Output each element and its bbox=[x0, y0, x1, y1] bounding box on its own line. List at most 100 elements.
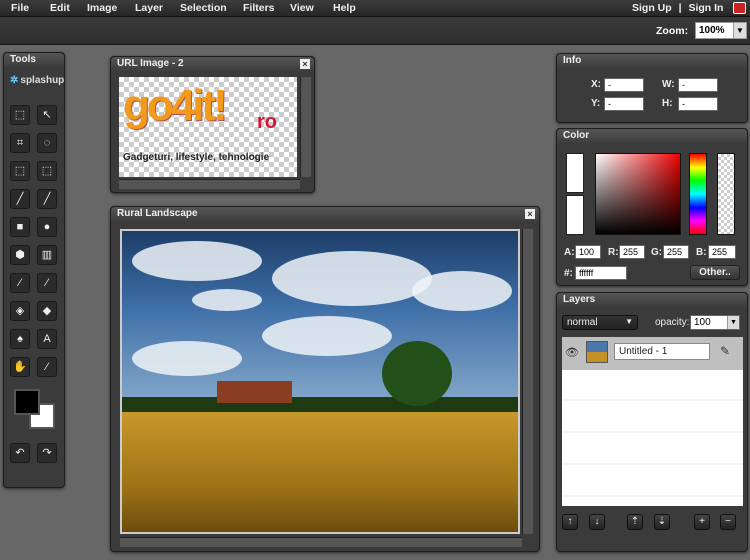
menu-layer[interactable]: Layer bbox=[135, 2, 163, 14]
brush-tool[interactable]: ⁄ bbox=[10, 273, 30, 293]
alpha-field[interactable]: 100 bbox=[575, 245, 601, 259]
layers-title: Layers bbox=[557, 293, 747, 307]
chevron-down-icon: ▼ bbox=[727, 316, 739, 329]
url-image-canvas[interactable]: go4it! ro Gadgeturi, lifestyle, tehnolog… bbox=[119, 77, 297, 177]
tools-panel: Tools ✲ splashup ⬚ ↖ ⌗ ◌ ⬚ ⬚ ╱ ╱ ■ ● ⬢ ▥ … bbox=[3, 52, 65, 488]
menu-bar: File Edit Image Layer Selection Filters … bbox=[0, 0, 750, 17]
polygon-tool[interactable]: ⬢ bbox=[10, 245, 30, 265]
line-tool[interactable]: ╱ bbox=[37, 189, 57, 209]
x-field[interactable]: - bbox=[604, 78, 644, 92]
other-colors-button[interactable]: Other.. bbox=[690, 265, 740, 280]
menu-file[interactable]: File bbox=[11, 2, 29, 14]
zoom-label: Zoom: bbox=[656, 25, 689, 37]
move-tool[interactable]: ↖ bbox=[37, 105, 57, 125]
color-panel: Color A: 100 R: 255 G: 255 B: 255 #: fff… bbox=[556, 128, 748, 286]
top-toolbar: Zoom: 100% ▼ bbox=[0, 17, 750, 45]
opacity-label: opacity: bbox=[655, 317, 690, 328]
tools-title: Tools bbox=[4, 53, 64, 67]
url-image-title: URL Image - 2 bbox=[111, 57, 314, 71]
opacity-select[interactable]: 100 ▼ bbox=[690, 315, 740, 330]
hand-tool[interactable]: ✋ bbox=[10, 357, 30, 377]
w-field[interactable]: - bbox=[678, 78, 718, 92]
photo-cloud bbox=[192, 289, 262, 311]
url-image-window: URL Image - 2 × go4it! ro Gadgeturi, lif… bbox=[110, 56, 315, 193]
layer-to-bottom-icon[interactable]: ⇣ bbox=[654, 514, 670, 530]
zoom-value: 100% bbox=[699, 25, 725, 36]
photo-cloud bbox=[412, 271, 512, 311]
ellipse-marquee-tool[interactable]: ⬚ bbox=[10, 161, 30, 181]
layer-thumbnail bbox=[586, 341, 608, 363]
landscape-canvas[interactable] bbox=[120, 229, 520, 534]
y-field[interactable]: - bbox=[604, 97, 644, 111]
photo-cloud bbox=[132, 241, 262, 281]
horizontal-scrollbar[interactable] bbox=[120, 537, 522, 547]
lasso-tool[interactable]: ◌ bbox=[37, 133, 57, 153]
hex-label: #: bbox=[564, 268, 573, 279]
sign-up-link[interactable]: Sign Up bbox=[632, 2, 672, 14]
hue-slider[interactable] bbox=[689, 153, 707, 235]
rectangle-tool[interactable]: ■ bbox=[10, 217, 30, 237]
alpha-slider[interactable] bbox=[717, 153, 735, 235]
ellipse-tool[interactable]: ● bbox=[37, 217, 57, 237]
rect-marquee-tool[interactable]: ⬚ bbox=[10, 105, 30, 125]
h-label: H: bbox=[662, 98, 673, 109]
close-icon[interactable]: × bbox=[300, 59, 310, 69]
photo-cloud bbox=[262, 316, 392, 356]
red-field[interactable]: 255 bbox=[619, 245, 645, 259]
gradient-tool[interactable]: ▥ bbox=[37, 245, 57, 265]
undo-icon[interactable]: ↶ bbox=[10, 443, 30, 463]
info-title: Info bbox=[557, 54, 747, 68]
info-panel: Info X: - W: - Y: - H: - bbox=[556, 53, 748, 123]
chevron-down-icon: ▼ bbox=[733, 23, 746, 38]
splash-icon: ✲ bbox=[10, 75, 19, 86]
add-layer-icon[interactable]: + bbox=[694, 514, 710, 530]
eraser-tool[interactable]: ◆ bbox=[37, 301, 57, 321]
menu-image[interactable]: Image bbox=[87, 2, 117, 14]
vertical-scrollbar[interactable] bbox=[300, 77, 311, 177]
rural-landscape-window: Rural Landscape × bbox=[110, 206, 540, 552]
layer-name-field[interactable]: Untitled - 1 bbox=[614, 343, 710, 360]
menu-selection[interactable]: Selection bbox=[180, 2, 227, 14]
blend-mode-select[interactable]: normal ▼ bbox=[562, 315, 638, 330]
menu-view[interactable]: View bbox=[290, 2, 314, 14]
g-label: G: bbox=[651, 247, 663, 258]
close-icon[interactable]: × bbox=[525, 209, 535, 219]
sign-in-link[interactable]: Sign In bbox=[688, 2, 723, 14]
brush-icon[interactable]: ✎ bbox=[720, 344, 730, 358]
color-picker-field[interactable] bbox=[595, 153, 681, 235]
move-layer-up-icon[interactable]: ↑ bbox=[562, 514, 578, 530]
foreground-color-swatch[interactable] bbox=[14, 389, 40, 415]
layer-list: 👁 Untitled - 1 ✎ bbox=[562, 337, 743, 506]
clone-tool[interactable]: ♠ bbox=[10, 329, 30, 349]
crop-tool[interactable]: ⌗ bbox=[10, 133, 30, 153]
layer-to-top-icon[interactable]: ⇡ bbox=[627, 514, 643, 530]
menu-filters[interactable]: Filters bbox=[243, 2, 275, 14]
eye-icon[interactable]: 👁 bbox=[565, 346, 579, 359]
menu-help[interactable]: Help bbox=[333, 2, 356, 14]
fill-tool[interactable]: ◈ bbox=[10, 301, 30, 321]
close-window-button[interactable] bbox=[733, 2, 746, 14]
menu-edit[interactable]: Edit bbox=[50, 2, 70, 14]
primary-color-swatch[interactable] bbox=[566, 153, 584, 193]
delete-layer-icon[interactable]: − bbox=[720, 514, 736, 530]
hex-field[interactable]: ffffff bbox=[575, 266, 627, 280]
eyedropper-tool[interactable]: ⁄ bbox=[37, 273, 57, 293]
vertical-scrollbar[interactable] bbox=[522, 229, 533, 534]
dropper-tool[interactable]: ⁄ bbox=[37, 357, 57, 377]
redo-icon[interactable]: ↷ bbox=[37, 443, 57, 463]
magic-select-tool[interactable]: ⬚ bbox=[37, 161, 57, 181]
pencil-tool[interactable]: ╱ bbox=[10, 189, 30, 209]
chevron-down-icon: ▼ bbox=[625, 317, 633, 326]
zoom-select[interactable]: 100% ▼ bbox=[695, 22, 747, 39]
y-label: Y: bbox=[591, 98, 601, 109]
secondary-color-swatch[interactable] bbox=[566, 195, 584, 235]
blue-field[interactable]: 255 bbox=[708, 245, 736, 259]
layer-row[interactable]: 👁 Untitled - 1 ✎ bbox=[562, 337, 743, 370]
photo-wheat-field bbox=[122, 411, 518, 532]
horizontal-scrollbar[interactable] bbox=[119, 179, 300, 189]
move-layer-down-icon[interactable]: ↓ bbox=[589, 514, 605, 530]
text-tool[interactable]: A bbox=[37, 329, 57, 349]
go4it-logo: go4it! bbox=[123, 81, 228, 130]
h-field[interactable]: - bbox=[678, 97, 718, 111]
green-field[interactable]: 255 bbox=[663, 245, 689, 259]
